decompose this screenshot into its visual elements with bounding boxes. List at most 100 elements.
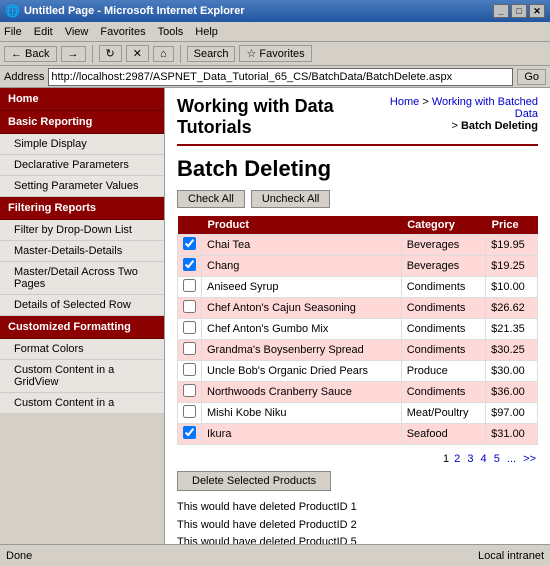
- sidebar-item-master-detail-across[interactable]: Master/Detail Across Two Pages: [0, 262, 164, 295]
- forward-button[interactable]: →: [61, 46, 86, 62]
- addressbar: Address Go: [0, 66, 550, 88]
- pagination-link-3[interactable]: 3: [467, 453, 473, 465]
- maximize-button[interactable]: □: [511, 4, 527, 18]
- sidebar-item-custom-content[interactable]: Custom Content in a: [0, 393, 164, 414]
- row-checkbox-cell: [178, 340, 202, 361]
- log-message: This would have deleted ProductID 1: [177, 499, 538, 517]
- row-category: Beverages: [401, 256, 485, 277]
- check-all-button[interactable]: Check All: [177, 190, 245, 208]
- pagination-link-4[interactable]: 4: [481, 453, 487, 465]
- breadcrumb-home[interactable]: Home: [390, 96, 419, 108]
- table-row: Chef Anton's Cajun SeasoningCondiments$2…: [178, 298, 538, 319]
- row-price: $97.00: [486, 403, 538, 424]
- row-product: Chef Anton's Gumbo Mix: [202, 319, 402, 340]
- row-checkbox[interactable]: [183, 342, 196, 355]
- addressbar-input[interactable]: [48, 68, 513, 86]
- row-category: Condiments: [401, 277, 485, 298]
- col-header-category: Category: [401, 216, 485, 235]
- col-header-product: Product: [202, 216, 402, 235]
- close-button[interactable]: ✕: [529, 4, 545, 18]
- row-checkbox[interactable]: [183, 321, 196, 334]
- row-price: $21.35: [486, 319, 538, 340]
- row-category: Condiments: [401, 319, 485, 340]
- search-button[interactable]: Search: [187, 46, 236, 62]
- titlebar: 🌐 Untitled Page - Microsoft Internet Exp…: [0, 0, 550, 22]
- content-area: Working with Data Tutorials Home > Worki…: [165, 88, 550, 544]
- favorites-button[interactable]: ☆ Favorites: [239, 45, 311, 62]
- row-price: $30.25: [486, 340, 538, 361]
- row-product: Mishi Kobe Niku: [202, 403, 402, 424]
- table-row: IkuraSeafood$31.00: [178, 424, 538, 445]
- row-checkbox-cell: [178, 382, 202, 403]
- row-price: $30.00: [486, 361, 538, 382]
- row-checkbox[interactable]: [183, 258, 196, 271]
- log-message: This would have deleted ProductID 2: [177, 517, 538, 535]
- menu-file[interactable]: File: [4, 26, 22, 38]
- row-product: Uncle Bob's Organic Dried Pears: [202, 361, 402, 382]
- delete-button-row: Delete Selected Products: [177, 471, 538, 499]
- stop-button[interactable]: ✕: [126, 45, 149, 62]
- breadcrumb-parent[interactable]: Working with Batched Data: [432, 96, 538, 120]
- row-checkbox-cell: [178, 298, 202, 319]
- row-checkbox[interactable]: [183, 384, 196, 397]
- products-table: Product Category Price Chai TeaBeverages…: [177, 216, 538, 445]
- row-checkbox-cell: [178, 277, 202, 298]
- row-checkbox-cell: [178, 424, 202, 445]
- site-title: Working with Data Tutorials: [177, 96, 385, 138]
- pagination-link-2[interactable]: 2: [454, 453, 460, 465]
- sidebar-item-setting-parameter-values[interactable]: Setting Parameter Values: [0, 176, 164, 197]
- breadcrumb: Home > Working with Batched Data > Batch…: [385, 96, 538, 132]
- back-button[interactable]: ← Back: [4, 46, 57, 62]
- sidebar: Home Basic Reporting Simple Display Decl…: [0, 88, 165, 544]
- sidebar-item-declarative-parameters[interactable]: Declarative Parameters: [0, 155, 164, 176]
- pagination-link-5[interactable]: 5: [494, 453, 500, 465]
- row-checkbox-cell: [178, 256, 202, 277]
- sidebar-home[interactable]: Home: [0, 88, 164, 111]
- row-checkbox[interactable]: [183, 363, 196, 376]
- go-button[interactable]: Go: [517, 69, 546, 85]
- row-checkbox[interactable]: [183, 300, 196, 313]
- row-category: Produce: [401, 361, 485, 382]
- menu-help[interactable]: Help: [195, 26, 218, 38]
- sidebar-item-format-colors[interactable]: Format Colors: [0, 339, 164, 360]
- toolbar-separator: [92, 45, 93, 63]
- row-price: $19.25: [486, 256, 538, 277]
- log-message: This would have deleted ProductID 5: [177, 534, 538, 544]
- delete-selected-button[interactable]: Delete Selected Products: [177, 471, 331, 491]
- menu-edit[interactable]: Edit: [34, 26, 53, 38]
- home-button[interactable]: ⌂: [153, 46, 174, 62]
- pagination-link-next[interactable]: >>: [523, 453, 536, 465]
- toolbar: ← Back → ↻ ✕ ⌂ Search ☆ Favorites: [0, 42, 550, 66]
- refresh-button[interactable]: ↻: [99, 45, 122, 62]
- row-category: Beverages: [401, 235, 485, 256]
- sidebar-item-details-selected-row[interactable]: Details of Selected Row: [0, 295, 164, 316]
- row-category: Meat/Poultry: [401, 403, 485, 424]
- row-price: $31.00: [486, 424, 538, 445]
- menu-view[interactable]: View: [65, 26, 89, 38]
- row-product: Chef Anton's Cajun Seasoning: [202, 298, 402, 319]
- minimize-button[interactable]: _: [493, 4, 509, 18]
- row-price: $10.00: [486, 277, 538, 298]
- sidebar-header-customized-formatting: Customized Formatting: [0, 316, 164, 339]
- sidebar-item-master-details[interactable]: Master-Details-Details: [0, 241, 164, 262]
- menu-tools[interactable]: Tools: [158, 26, 184, 38]
- table-row: Chai TeaBeverages$19.95: [178, 235, 538, 256]
- row-checkbox[interactable]: [183, 405, 196, 418]
- row-checkbox-cell: [178, 361, 202, 382]
- site-header: Working with Data Tutorials Home > Worki…: [177, 96, 538, 146]
- log-messages: This would have deleted ProductID 1This …: [177, 499, 538, 544]
- row-checkbox[interactable]: [183, 237, 196, 250]
- sidebar-item-simple-display[interactable]: Simple Display: [0, 134, 164, 155]
- statusbar-right: Local intranet: [478, 550, 544, 562]
- menu-favorites[interactable]: Favorites: [100, 26, 145, 38]
- menubar: File Edit View Favorites Tools Help: [0, 22, 550, 42]
- titlebar-controls[interactable]: _ □ ✕: [493, 4, 545, 18]
- pagination-link-ellipsis[interactable]: ...: [507, 453, 516, 465]
- uncheck-all-button[interactable]: Uncheck All: [251, 190, 330, 208]
- row-checkbox[interactable]: [183, 279, 196, 292]
- row-checkbox[interactable]: [183, 426, 196, 439]
- row-category: Condiments: [401, 298, 485, 319]
- sidebar-item-custom-content-gridview[interactable]: Custom Content in a GridView: [0, 360, 164, 393]
- sidebar-item-filter-dropdown[interactable]: Filter by Drop-Down List: [0, 220, 164, 241]
- sidebar-header-filtering-reports: Filtering Reports: [0, 197, 164, 220]
